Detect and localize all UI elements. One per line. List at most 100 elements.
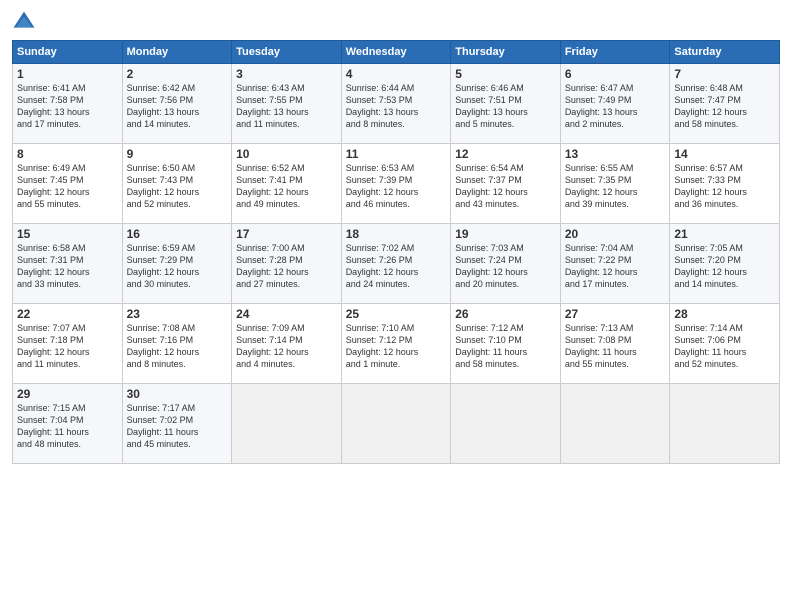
day-number: 15: [17, 227, 118, 241]
calendar-cell: 16Sunrise: 6:59 AMSunset: 7:29 PMDayligh…: [122, 224, 232, 304]
calendar-cell: 1Sunrise: 6:41 AMSunset: 7:58 PMDaylight…: [13, 64, 123, 144]
cell-text: Sunrise: 6:54 AMSunset: 7:37 PMDaylight:…: [455, 162, 556, 211]
day-number: 30: [127, 387, 228, 401]
calendar-cell: 15Sunrise: 6:58 AMSunset: 7:31 PMDayligh…: [13, 224, 123, 304]
day-header-monday: Monday: [122, 41, 232, 64]
day-number: 27: [565, 307, 666, 321]
cell-text: Sunrise: 6:58 AMSunset: 7:31 PMDaylight:…: [17, 242, 118, 291]
cell-text: Sunrise: 6:50 AMSunset: 7:43 PMDaylight:…: [127, 162, 228, 211]
calendar-cell: 4Sunrise: 6:44 AMSunset: 7:53 PMDaylight…: [341, 64, 451, 144]
calendar-cell: 3Sunrise: 6:43 AMSunset: 7:55 PMDaylight…: [232, 64, 342, 144]
calendar-cell: [232, 384, 342, 464]
header: [12, 10, 780, 34]
cell-text: Sunrise: 7:15 AMSunset: 7:04 PMDaylight:…: [17, 402, 118, 451]
calendar-cell: 29Sunrise: 7:15 AMSunset: 7:04 PMDayligh…: [13, 384, 123, 464]
calendar-cell: [560, 384, 670, 464]
day-number: 4: [346, 67, 447, 81]
calendar-cell: 11Sunrise: 6:53 AMSunset: 7:39 PMDayligh…: [341, 144, 451, 224]
cell-text: Sunrise: 7:10 AMSunset: 7:12 PMDaylight:…: [346, 322, 447, 371]
calendar-week-4: 22Sunrise: 7:07 AMSunset: 7:18 PMDayligh…: [13, 304, 780, 384]
day-number: 7: [674, 67, 775, 81]
calendar-cell: 24Sunrise: 7:09 AMSunset: 7:14 PMDayligh…: [232, 304, 342, 384]
day-number: 21: [674, 227, 775, 241]
calendar-cell: 14Sunrise: 6:57 AMSunset: 7:33 PMDayligh…: [670, 144, 780, 224]
cell-text: Sunrise: 6:57 AMSunset: 7:33 PMDaylight:…: [674, 162, 775, 211]
cell-text: Sunrise: 6:48 AMSunset: 7:47 PMDaylight:…: [674, 82, 775, 131]
day-number: 12: [455, 147, 556, 161]
cell-text: Sunrise: 6:44 AMSunset: 7:53 PMDaylight:…: [346, 82, 447, 131]
calendar-cell: 28Sunrise: 7:14 AMSunset: 7:06 PMDayligh…: [670, 304, 780, 384]
page-container: SundayMondayTuesdayWednesdayThursdayFrid…: [0, 0, 792, 474]
calendar-cell: 12Sunrise: 6:54 AMSunset: 7:37 PMDayligh…: [451, 144, 561, 224]
calendar-cell: 10Sunrise: 6:52 AMSunset: 7:41 PMDayligh…: [232, 144, 342, 224]
day-number: 20: [565, 227, 666, 241]
day-number: 2: [127, 67, 228, 81]
day-number: 5: [455, 67, 556, 81]
calendar-cell: 18Sunrise: 7:02 AMSunset: 7:26 PMDayligh…: [341, 224, 451, 304]
cell-text: Sunrise: 6:59 AMSunset: 7:29 PMDaylight:…: [127, 242, 228, 291]
calendar-cell: 5Sunrise: 6:46 AMSunset: 7:51 PMDaylight…: [451, 64, 561, 144]
cell-text: Sunrise: 7:03 AMSunset: 7:24 PMDaylight:…: [455, 242, 556, 291]
day-header-thursday: Thursday: [451, 41, 561, 64]
calendar-body: 1Sunrise: 6:41 AMSunset: 7:58 PMDaylight…: [13, 64, 780, 464]
day-number: 9: [127, 147, 228, 161]
cell-text: Sunrise: 6:52 AMSunset: 7:41 PMDaylight:…: [236, 162, 337, 211]
calendar-header: SundayMondayTuesdayWednesdayThursdayFrid…: [13, 41, 780, 64]
cell-text: Sunrise: 7:00 AMSunset: 7:28 PMDaylight:…: [236, 242, 337, 291]
day-header-friday: Friday: [560, 41, 670, 64]
cell-text: Sunrise: 7:13 AMSunset: 7:08 PMDaylight:…: [565, 322, 666, 371]
cell-text: Sunrise: 6:42 AMSunset: 7:56 PMDaylight:…: [127, 82, 228, 131]
day-number: 6: [565, 67, 666, 81]
cell-text: Sunrise: 7:09 AMSunset: 7:14 PMDaylight:…: [236, 322, 337, 371]
cell-text: Sunrise: 6:53 AMSunset: 7:39 PMDaylight:…: [346, 162, 447, 211]
calendar-cell: 22Sunrise: 7:07 AMSunset: 7:18 PMDayligh…: [13, 304, 123, 384]
cell-text: Sunrise: 7:12 AMSunset: 7:10 PMDaylight:…: [455, 322, 556, 371]
calendar-week-2: 8Sunrise: 6:49 AMSunset: 7:45 PMDaylight…: [13, 144, 780, 224]
day-number: 23: [127, 307, 228, 321]
day-header-sunday: Sunday: [13, 41, 123, 64]
calendar-cell: [451, 384, 561, 464]
day-number: 25: [346, 307, 447, 321]
calendar-cell: 23Sunrise: 7:08 AMSunset: 7:16 PMDayligh…: [122, 304, 232, 384]
cell-text: Sunrise: 7:02 AMSunset: 7:26 PMDaylight:…: [346, 242, 447, 291]
calendar-cell: [341, 384, 451, 464]
day-number: 16: [127, 227, 228, 241]
cell-text: Sunrise: 7:17 AMSunset: 7:02 PMDaylight:…: [127, 402, 228, 451]
day-number: 22: [17, 307, 118, 321]
calendar-cell: 13Sunrise: 6:55 AMSunset: 7:35 PMDayligh…: [560, 144, 670, 224]
cell-text: Sunrise: 7:07 AMSunset: 7:18 PMDaylight:…: [17, 322, 118, 371]
day-number: 17: [236, 227, 337, 241]
cell-text: Sunrise: 6:55 AMSunset: 7:35 PMDaylight:…: [565, 162, 666, 211]
day-number: 1: [17, 67, 118, 81]
day-number: 29: [17, 387, 118, 401]
calendar-table: SundayMondayTuesdayWednesdayThursdayFrid…: [12, 40, 780, 464]
calendar-cell: 9Sunrise: 6:50 AMSunset: 7:43 PMDaylight…: [122, 144, 232, 224]
cell-text: Sunrise: 6:47 AMSunset: 7:49 PMDaylight:…: [565, 82, 666, 131]
calendar-cell: 30Sunrise: 7:17 AMSunset: 7:02 PMDayligh…: [122, 384, 232, 464]
day-number: 11: [346, 147, 447, 161]
logo-icon: [12, 10, 36, 34]
day-number: 13: [565, 147, 666, 161]
day-number: 14: [674, 147, 775, 161]
day-number: 26: [455, 307, 556, 321]
cell-text: Sunrise: 6:41 AMSunset: 7:58 PMDaylight:…: [17, 82, 118, 131]
day-number: 24: [236, 307, 337, 321]
cell-text: Sunrise: 7:04 AMSunset: 7:22 PMDaylight:…: [565, 242, 666, 291]
day-number: 28: [674, 307, 775, 321]
day-number: 10: [236, 147, 337, 161]
day-header-tuesday: Tuesday: [232, 41, 342, 64]
calendar-cell: 17Sunrise: 7:00 AMSunset: 7:28 PMDayligh…: [232, 224, 342, 304]
cell-text: Sunrise: 7:08 AMSunset: 7:16 PMDaylight:…: [127, 322, 228, 371]
calendar-cell: 21Sunrise: 7:05 AMSunset: 7:20 PMDayligh…: [670, 224, 780, 304]
cell-text: Sunrise: 7:05 AMSunset: 7:20 PMDaylight:…: [674, 242, 775, 291]
day-number: 8: [17, 147, 118, 161]
calendar-cell: 7Sunrise: 6:48 AMSunset: 7:47 PMDaylight…: [670, 64, 780, 144]
calendar-week-5: 29Sunrise: 7:15 AMSunset: 7:04 PMDayligh…: [13, 384, 780, 464]
day-header-wednesday: Wednesday: [341, 41, 451, 64]
calendar-cell: 26Sunrise: 7:12 AMSunset: 7:10 PMDayligh…: [451, 304, 561, 384]
calendar-cell: 8Sunrise: 6:49 AMSunset: 7:45 PMDaylight…: [13, 144, 123, 224]
calendar-week-1: 1Sunrise: 6:41 AMSunset: 7:58 PMDaylight…: [13, 64, 780, 144]
calendar-cell: 6Sunrise: 6:47 AMSunset: 7:49 PMDaylight…: [560, 64, 670, 144]
calendar-cell: 25Sunrise: 7:10 AMSunset: 7:12 PMDayligh…: [341, 304, 451, 384]
calendar-cell: 27Sunrise: 7:13 AMSunset: 7:08 PMDayligh…: [560, 304, 670, 384]
